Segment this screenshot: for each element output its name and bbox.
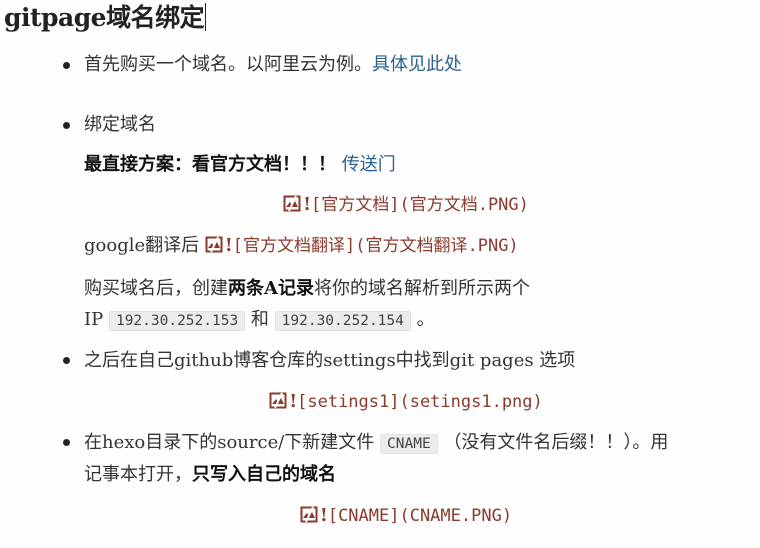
page-title: gitpage域名绑定 (4, 3, 207, 32)
list-item-text: 首先购买一个域名。以阿里云为例。 (84, 54, 372, 75)
portal-link[interactable]: 传送门 (342, 154, 396, 175)
broken-image-icon (269, 392, 287, 409)
list-item-settings: 之后在自己github博客仓库的settings中找到git pages 选项 (84, 350, 576, 371)
list-item-buy-domain: 首先购买一个域名。以阿里云为例。具体见此处 (84, 53, 462, 77)
bullet-marker (63, 62, 70, 69)
list-item-cname: 在hexo目录下的source/下新建文件 CNAME （没有文件名后缀！！）。… (84, 432, 669, 454)
paragraph-a-records: 购买域名后，创建两条A记录将你的域名解析到所示两个 (84, 278, 530, 299)
bold-text: 只写入自己的域名 (192, 464, 336, 485)
image-placeholder-translated-docs[interactable]: ![官方文档翻译](官方文档翻译.PNG) (205, 235, 519, 256)
ip-address-code: 192.30.252.154 (274, 311, 411, 331)
paragraph-official-docs: 最直接方案：看官方文档！！！ 传送门 (84, 153, 396, 177)
paragraph-google-translate: google翻译后 ![官方文档翻译](官方文档翻译.PNG) (84, 235, 519, 256)
bold-text: 两条A记录 (228, 278, 314, 299)
bullet-marker (63, 357, 70, 364)
ip-address-code: 192.30.252.153 (108, 311, 246, 331)
text-cursor (205, 3, 207, 31)
image-placeholder-cname[interactable]: ![CNAME](CNAME.PNG) (0, 504, 760, 528)
broken-image-icon (283, 195, 301, 212)
cname-code: CNAME (380, 434, 438, 454)
bullet-marker (63, 122, 70, 129)
image-placeholder-official-docs[interactable]: ![官方文档](官方文档.PNG) (0, 193, 760, 217)
details-link[interactable]: 具体见此处 (372, 54, 462, 75)
bold-text: 最直接方案：看官方文档！！！ (84, 154, 336, 175)
image-placeholder-settings[interactable]: ![setings1](setings1.png) (0, 390, 760, 414)
broken-image-icon (300, 506, 318, 523)
bullet-marker (63, 439, 70, 446)
broken-image-icon (205, 236, 223, 253)
paragraph-notepad: 记事本打开，只写入自己的域名 (84, 464, 336, 485)
paragraph-ip-addresses: IP 192.30.252.153 和 192.30.252.154 。 (84, 309, 435, 331)
list-item-bind-domain: 绑定域名 (84, 114, 156, 135)
